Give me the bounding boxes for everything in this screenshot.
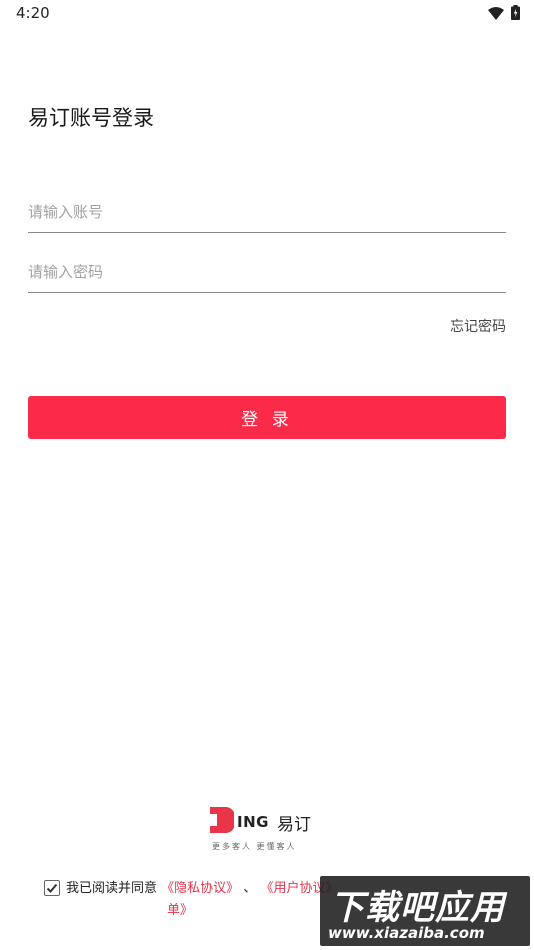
battery-icon (511, 5, 520, 24)
logo-text: ING (237, 813, 269, 831)
privacy-link[interactable]: 《隐私协议》 (161, 881, 239, 896)
password-field[interactable] (28, 252, 506, 293)
page-title: 易订账号登录 (28, 106, 154, 130)
ding-logo-icon (210, 807, 236, 837)
agreement-text: 我已阅读并同意 《隐私协议》 、 《用户协议》 (66, 878, 338, 900)
watermark-url: www.xiazaiba.com (328, 924, 485, 942)
brand-logo: ING 易订 更多客人 更懂客人 (210, 807, 330, 853)
forgot-password-link[interactable]: 忘记密码 (450, 316, 506, 336)
logo-cn: 易订 (276, 814, 311, 835)
account-input[interactable] (28, 192, 506, 232)
agree-checkbox[interactable] (44, 880, 60, 896)
logo-slogan: 更多客人 更懂客人 (212, 842, 297, 851)
account-field[interactable] (28, 192, 506, 233)
check-icon (46, 883, 58, 893)
status-time: 4:20 (16, 4, 50, 22)
login-button[interactable]: 登 录 (28, 396, 506, 439)
status-icons (488, 5, 520, 24)
status-bar: 4:20 (0, 0, 534, 28)
watermark: 下载吧应用 www.xiazaiba.com (320, 876, 530, 946)
agreement-line2[interactable]: 单》 (167, 900, 193, 922)
agreement-prefix: 我已阅读并同意 (66, 881, 158, 896)
password-input[interactable] (28, 252, 506, 292)
agreement-separator: 、 (243, 881, 257, 896)
wifi-icon (488, 5, 504, 24)
watermark-title: 下载吧应用 (330, 888, 505, 928)
